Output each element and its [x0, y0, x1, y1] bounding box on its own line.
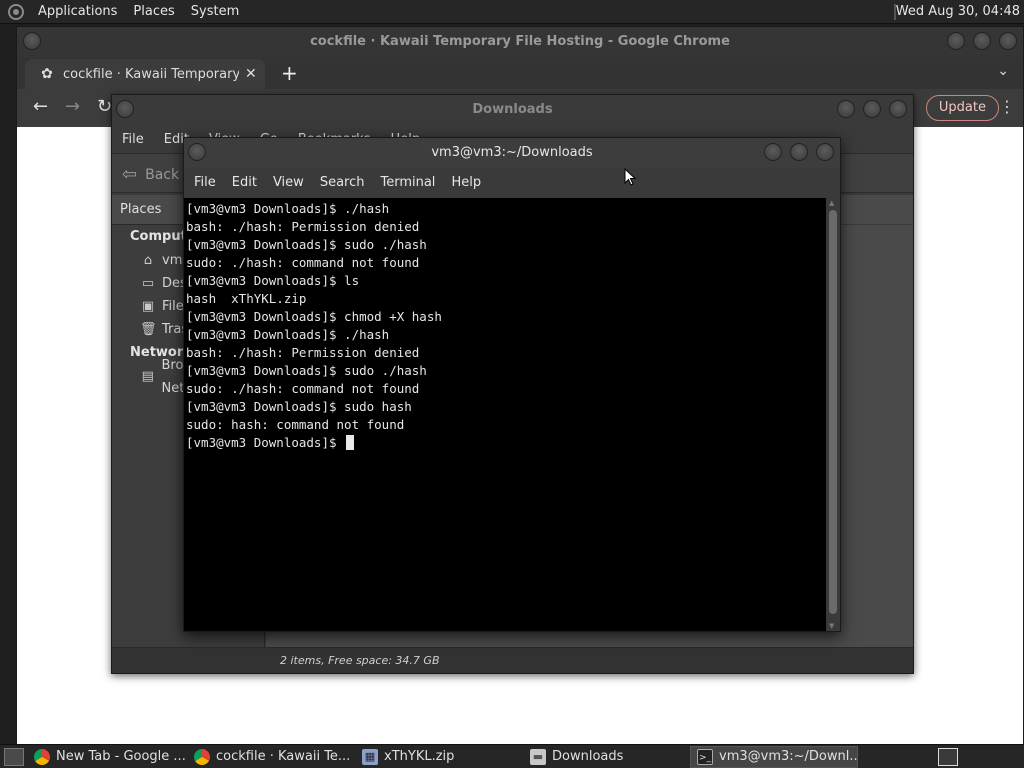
trash-icon: 🗑 [140, 322, 157, 337]
home-icon: ⌂ [143, 253, 153, 268]
desktop-icon: ▭ [141, 276, 155, 291]
tab-close-icon[interactable]: ✕ [245, 66, 257, 82]
chrome-icon [194, 748, 210, 765]
maximize-button[interactable] [863, 100, 881, 118]
fm-back-button[interactable]: ⇦ Back [122, 164, 179, 185]
terminal-line: [vm3@vm3 Downloads]$ sudo hash [186, 399, 412, 414]
terminal-prompt-line[interactable]: [vm3@vm3 Downloads]$ [186, 434, 825, 452]
terminal-line: [vm3@vm3 Downloads]$ ls [186, 273, 360, 288]
more-vert-icon[interactable]: ⋮ [999, 97, 1015, 116]
taskbar-item-label: Downloads [552, 749, 624, 764]
close-button[interactable] [999, 32, 1017, 50]
file-manager-title: Downloads [472, 102, 553, 117]
term-menu-view[interactable]: View [265, 175, 312, 190]
taskbar: New Tab - Google ... cockfile · Kawaii T… [0, 744, 1024, 768]
taskbar-item-downloads[interactable]: ▬ Downloads [524, 746, 690, 768]
terminal-line: sudo: ./hash: command not found [186, 381, 420, 396]
terminal-line: bash: ./hash: Permission denied [186, 345, 420, 360]
minimize-button[interactable] [947, 32, 965, 50]
term-menu-edit[interactable]: Edit [224, 175, 265, 190]
terminal-line: [vm3@vm3 Downloads]$ chmod +X hash [186, 309, 442, 324]
terminal-line: bash: ./hash: Permission denied [186, 219, 420, 234]
taskbar-item-label: xThYKL.zip [384, 749, 455, 764]
terminal-icon: >_ [697, 748, 713, 765]
browser-tab[interactable]: ✿ cockfile · Kawaii Temporary Fil ✕ [25, 59, 265, 89]
term-menu-terminal[interactable]: Terminal [372, 175, 443, 190]
minimize-button[interactable] [837, 100, 855, 118]
scroll-down-icon[interactable]: ▼ [829, 622, 834, 630]
fm-menu-file[interactable]: File [112, 132, 154, 147]
minimize-button[interactable] [764, 143, 782, 161]
clock[interactable]: Wed Aug 30, 04:48 [896, 0, 1020, 24]
terminal-titlebar[interactable]: vm3@vm3:~/Downloads [184, 138, 840, 168]
menu-system[interactable]: System [183, 0, 247, 24]
mouse-pointer-icon [624, 168, 636, 186]
file-manager-statusbar: 2 items, Free space: 34.7 GB [112, 647, 913, 673]
terminal-line: sudo: hash: command not found [186, 417, 405, 432]
scroll-up-icon[interactable]: ▲ [829, 199, 834, 207]
close-button[interactable] [889, 100, 907, 118]
top-panel: Applications Places System Wed Aug 30, 0… [0, 0, 1024, 24]
taskbar-item-label: cockfile · Kawaii Te... [216, 749, 351, 764]
chrome-tabbar: ✿ cockfile · Kawaii Temporary Fil ✕ + ⌄ [17, 57, 1023, 89]
tab-title: cockfile · Kawaii Temporary Fil [63, 66, 239, 82]
network-icon: ▤ [141, 369, 154, 384]
taskbar-item-cockfile[interactable]: cockfile · Kawaii Te... [188, 746, 356, 768]
taskbar-item-new-tab[interactable]: New Tab - Google ... [28, 746, 188, 768]
terminal-title: vm3@vm3:~/Downloads [431, 145, 593, 160]
close-button[interactable] [816, 143, 834, 161]
terminal-line: sudo: ./hash: command not found [186, 255, 420, 270]
chrome-titlebar[interactable]: cockfile · Kawaii Temporary File Hosting… [17, 27, 1023, 57]
scrollbar-thumb[interactable] [829, 210, 837, 614]
menu-places[interactable]: Places [125, 0, 182, 24]
terminal-line: [vm3@vm3 Downloads]$ ./hash [186, 327, 390, 342]
terminal-line: [vm3@vm3 Downloads]$ sudo ./hash [186, 363, 427, 378]
term-menu-search[interactable]: Search [312, 175, 373, 190]
chrome-icon [34, 748, 50, 765]
text-cursor [346, 435, 355, 450]
menu-applications[interactable]: Applications [30, 0, 125, 24]
archive-icon: ▦ [362, 748, 378, 765]
maximize-button[interactable] [790, 143, 808, 161]
back-arrow-icon[interactable]: ← [33, 97, 48, 117]
terminal-output[interactable]: [vm3@vm3 Downloads]$ ./hash bash: ./hash… [184, 198, 827, 631]
update-button[interactable]: Update [925, 95, 999, 121]
maximize-button[interactable] [973, 32, 991, 50]
status-text: 2 items, Free space: 34.7 GB [280, 654, 440, 667]
show-desktop-icon[interactable] [4, 747, 24, 766]
new-tab-button[interactable]: + [281, 61, 298, 85]
term-menu-file[interactable]: File [186, 175, 224, 190]
reload-icon[interactable]: ↻ [97, 97, 112, 117]
terminal-line: hash xThYKL.zip [186, 291, 307, 306]
tab-search-chevron-down-icon[interactable]: ⌄ [997, 63, 1009, 79]
term-menu-help[interactable]: Help [443, 175, 489, 190]
taskbar-item-terminal[interactable]: >_ vm3@vm3:~/Downl... [690, 745, 858, 768]
taskbar-item-label: vm3@vm3:~/Downl... [719, 749, 858, 764]
cockfile-favicon-icon: ✿ [41, 66, 53, 82]
distro-logo-icon[interactable] [8, 3, 24, 20]
file-manager-titlebar[interactable]: Downloads [112, 95, 913, 125]
terminal-window: vm3@vm3:~/Downloads File Edit View Searc… [183, 137, 841, 632]
drive-icon: ▣ [141, 299, 155, 314]
taskbar-item-label: New Tab - Google ... [56, 749, 186, 764]
folder-icon: ▬ [530, 748, 546, 765]
forward-arrow-icon[interactable]: → [65, 97, 80, 117]
taskbar-item-zip[interactable]: ▦ xThYKL.zip [356, 746, 524, 768]
terminal-line: [vm3@vm3 Downloads]$ ./hash [186, 201, 390, 216]
back-arrow-icon: ⇦ [122, 164, 138, 185]
terminal-scrollbar[interactable]: ▲ ▼ [826, 198, 840, 631]
fm-back-label: Back [145, 166, 180, 183]
terminal-line: [vm3@vm3 Downloads]$ sudo ./hash [186, 237, 427, 252]
terminal-menubar: File Edit View Search Terminal Help [184, 168, 840, 196]
terminal-prompt: [vm3@vm3 Downloads]$ [186, 435, 345, 450]
workspace-switcher[interactable] [938, 748, 958, 766]
chrome-window-title: cockfile · Kawaii Temporary File Hosting… [310, 34, 730, 49]
